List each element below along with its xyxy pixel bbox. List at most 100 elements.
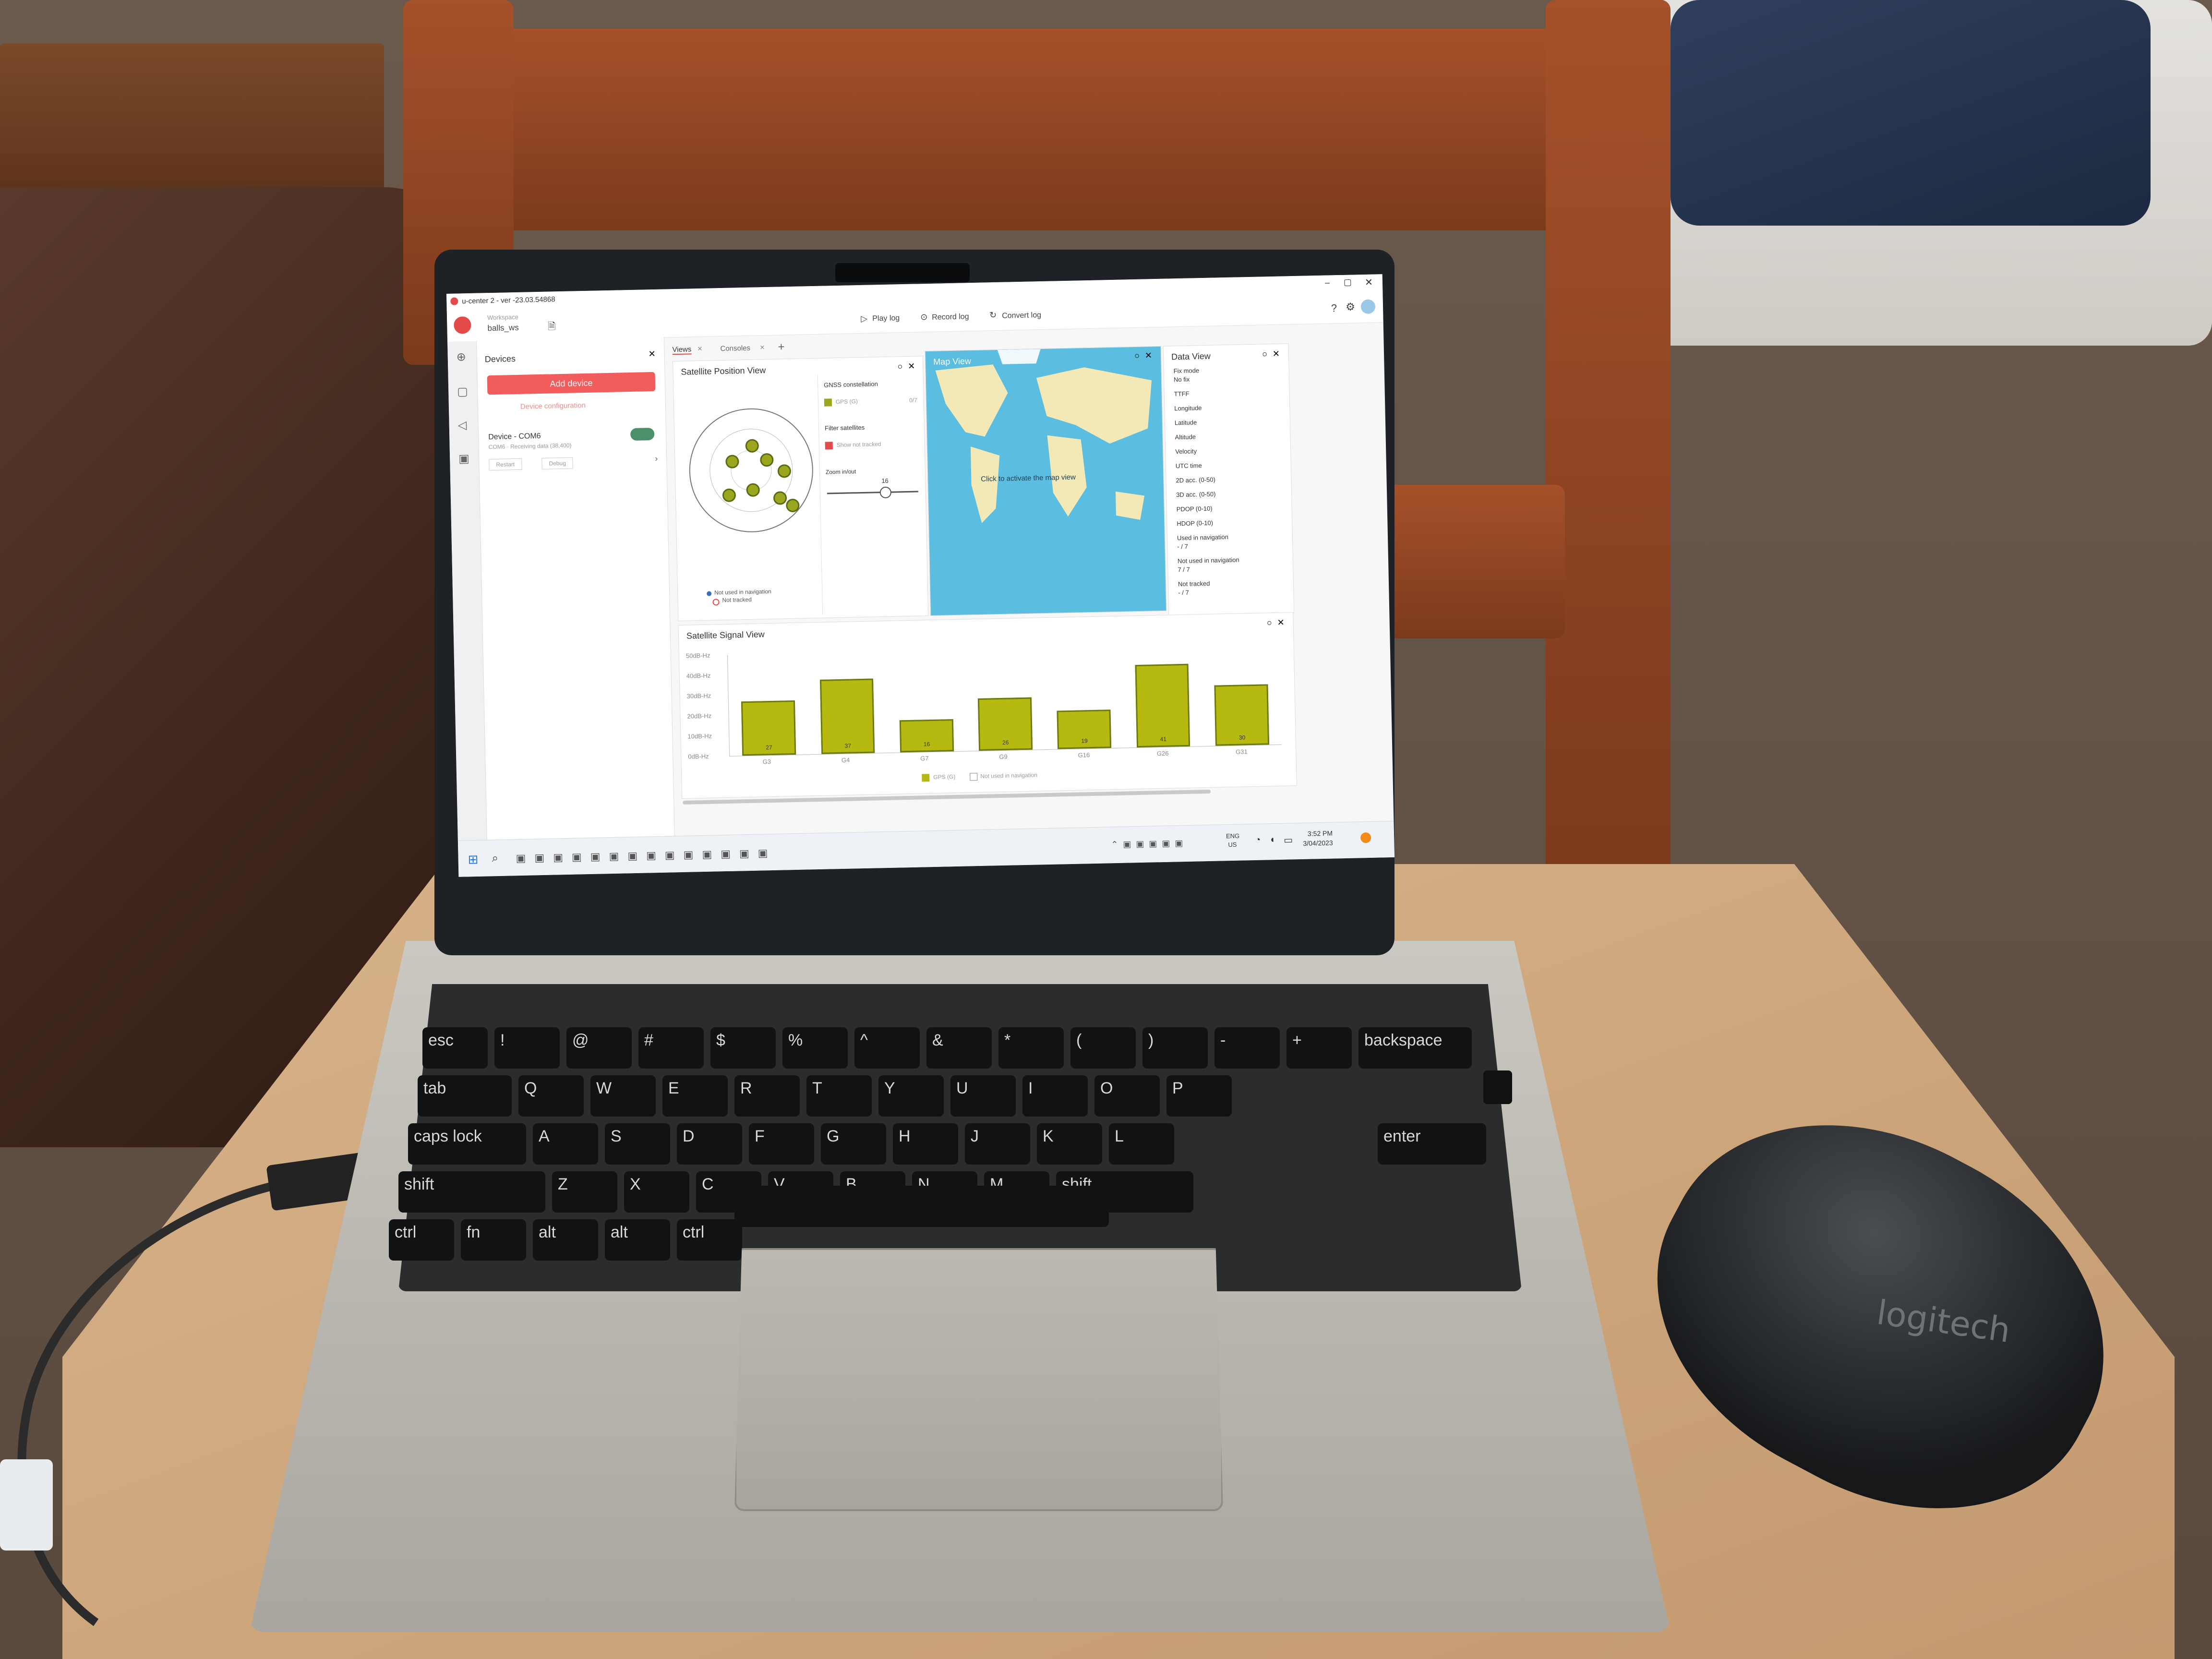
device-configuration-link[interactable]: Device configuration	[520, 401, 586, 411]
show-not-tracked-checkbox[interactable]	[825, 442, 833, 450]
panel-refresh-icon[interactable]: ○	[897, 361, 902, 372]
add-device-button[interactable]: Add device	[487, 372, 656, 395]
keyboard-key[interactable]: )	[1142, 1027, 1208, 1069]
signal-bar[interactable]: 37	[819, 678, 875, 754]
play-log-button[interactable]: Play log	[872, 314, 900, 323]
minimize-icon[interactable]: –	[1325, 277, 1330, 288]
tray-icons[interactable]: ⌃▣▣▣▣▣	[1111, 838, 1188, 850]
data-close-icon[interactable]: ✕	[1273, 349, 1280, 359]
keyboard-key[interactable]: H	[893, 1123, 958, 1165]
convert-icon[interactable]: ↻	[989, 310, 997, 320]
keyboard-key[interactable]: R	[734, 1075, 800, 1117]
signal-bar[interactable]: 30	[1214, 684, 1269, 746]
search-icon[interactable]: ⌕	[492, 852, 498, 865]
keyboard-key[interactable]: tab	[418, 1075, 512, 1117]
tab-consoles-close-icon[interactable]: ✕	[759, 344, 765, 351]
signal-bar[interactable]: 26	[978, 697, 1033, 751]
keyboard-key[interactable]: Y	[878, 1075, 944, 1117]
start-icon[interactable]: ⊞	[468, 852, 478, 867]
keyboard-key[interactable]: %	[782, 1027, 848, 1069]
zoom-slider-handle[interactable]	[879, 486, 892, 499]
keyboard-key[interactable]: F	[749, 1123, 814, 1165]
user-avatar[interactable]	[1360, 299, 1376, 314]
tools-icon[interactable]: ▣	[458, 452, 469, 466]
keyboard-key[interactable]: E	[662, 1075, 728, 1117]
wifi-icon[interactable]: ◔	[1255, 835, 1261, 846]
keyboard-key[interactable]: P	[1166, 1075, 1232, 1117]
keyboard-key[interactable]: L	[1109, 1123, 1174, 1165]
notification-badge[interactable]	[1360, 832, 1371, 843]
tray-time[interactable]: 3:52 PM	[1308, 830, 1333, 838]
taskbar-app-icons[interactable]: ▣▣▣▣▣▣▣▣▣▣▣▣▣▣	[516, 847, 776, 865]
volume-icon[interactable]: ◖	[1269, 834, 1275, 845]
keyboard-key[interactable]: #	[638, 1027, 704, 1069]
add-tab-icon[interactable]: +	[778, 340, 785, 354]
record-icon[interactable]: ⊙	[920, 312, 928, 322]
tray-region[interactable]: US	[1228, 841, 1237, 848]
tab-consoles[interactable]: Consoles	[720, 344, 750, 353]
workspace-name[interactable]: balls_ws	[487, 323, 519, 333]
signal-bar[interactable]: 41	[1135, 663, 1190, 748]
signal-close-icon[interactable]: ✕	[1277, 618, 1285, 628]
keyboard-key[interactable]: Q	[518, 1075, 584, 1117]
tab-views[interactable]: Views	[672, 345, 692, 355]
keyboard-key[interactable]: ^	[854, 1027, 920, 1069]
restart-button[interactable]: Restart	[489, 458, 522, 471]
panel-close-icon[interactable]: ✕	[908, 361, 915, 372]
keyboard-key[interactable]: (	[1070, 1027, 1136, 1069]
trackpad[interactable]	[734, 1248, 1223, 1511]
tray-lang[interactable]: ENG	[1226, 832, 1239, 840]
keyboard-key[interactable]: J	[965, 1123, 1030, 1165]
data-refresh-icon[interactable]: ○	[1262, 349, 1267, 359]
battery-icon[interactable]: ▭	[1284, 834, 1293, 846]
signal-refresh-icon[interactable]: ○	[1267, 618, 1272, 628]
spacebar-key[interactable]	[734, 1186, 1109, 1227]
keyboard-key[interactable]: +	[1286, 1027, 1352, 1069]
gps-checkbox[interactable]	[824, 398, 832, 407]
keyboard-key[interactable]: W	[590, 1075, 656, 1117]
convert-log-button[interactable]: Convert log	[1002, 311, 1041, 321]
device-toggle[interactable]	[630, 427, 655, 441]
device-icon[interactable]: ▢	[457, 385, 468, 398]
devices-close-icon[interactable]: ✕	[648, 349, 656, 359]
keyboard-key[interactable]: ctrl	[389, 1219, 454, 1261]
signal-bar[interactable]: 27	[741, 700, 796, 756]
debug-button[interactable]: Debug	[541, 457, 574, 469]
keyboard-key[interactable]: S	[605, 1123, 670, 1165]
play-icon[interactable]: ▷	[861, 314, 867, 324]
keyboard-key[interactable]: O	[1094, 1075, 1160, 1117]
map-refresh-icon[interactable]: ○	[1134, 351, 1140, 361]
keyboard-key[interactable]: esc	[422, 1027, 488, 1069]
keyboard-key[interactable]: T	[806, 1075, 872, 1117]
keyboard-key[interactable]: !	[494, 1027, 560, 1069]
close-icon[interactable]: ✕	[1365, 276, 1373, 289]
keyboard-key[interactable]: &	[926, 1027, 992, 1069]
workspace-file-icon[interactable]: 🗎	[548, 319, 556, 336]
keyboard-key[interactable]: fn	[461, 1219, 526, 1261]
help-icon[interactable]: ?	[1331, 302, 1337, 314]
signal-bar[interactable]: 19	[1057, 709, 1112, 749]
keyboard-key[interactable]: backspace	[1358, 1027, 1472, 1069]
keyboard-key[interactable]: K	[1037, 1123, 1102, 1165]
record-log-button[interactable]: Record log	[932, 313, 969, 322]
keyboard-key[interactable]: caps lock	[408, 1123, 526, 1165]
keyboard-key[interactable]: *	[998, 1027, 1064, 1069]
keyboard-key[interactable]: $	[710, 1027, 776, 1069]
keyboard-key[interactable]: alt	[605, 1219, 670, 1261]
keyboard-key[interactable]: Z	[552, 1171, 617, 1213]
settings-gear-icon[interactable]: ⚙	[1346, 301, 1355, 313]
keyboard-key[interactable]: enter	[1378, 1123, 1486, 1165]
keyboard-key[interactable]: A	[533, 1123, 598, 1165]
signal-bar[interactable]: 16	[899, 719, 954, 753]
keyboard-key[interactable]: I	[1022, 1075, 1088, 1117]
device-chevron-right-icon[interactable]: ›	[655, 454, 658, 464]
keyboard-key[interactable]: X	[624, 1171, 689, 1213]
legend-not-used-checkbox[interactable]	[970, 773, 978, 781]
keyboard-key[interactable]: shift	[398, 1171, 545, 1213]
maximize-icon[interactable]: ▢	[1344, 277, 1352, 288]
tab-views-close-icon[interactable]: ✕	[697, 345, 702, 353]
keyboard-key[interactable]: alt	[533, 1219, 598, 1261]
keyboard-key[interactable]: D	[677, 1123, 742, 1165]
keyboard-key[interactable]: @	[566, 1027, 632, 1069]
keyboard-key[interactable]: -	[1214, 1027, 1280, 1069]
